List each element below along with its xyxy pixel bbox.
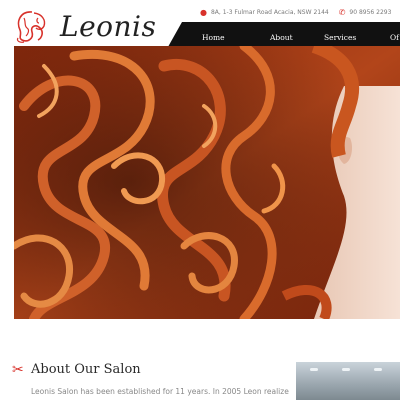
scissors-icon: ✂ <box>12 362 24 378</box>
hero-image <box>14 46 400 319</box>
ceiling-light <box>310 368 318 371</box>
about-text: Leonis Salon has been established for 11… <box>31 387 289 396</box>
contact-bar: ● 8A, 1-3 Fulmar Road Acacia, NSW 2144 ✆… <box>200 6 400 18</box>
address-text: 8A, 1-3 Fulmar Road Acacia, NSW 2144 <box>210 8 329 16</box>
map-pin-icon: ● <box>200 7 207 17</box>
ceiling-light <box>342 368 350 371</box>
logo-text: Leonis <box>60 9 157 43</box>
phone-text[interactable]: 90 8956 2293 <box>349 9 391 16</box>
hero-curly-red-hair-image <box>14 46 400 319</box>
site-header: Leonis ● 8A, 1-3 Fulmar Road Acacia, NSW… <box>0 0 400 54</box>
phone-icon: ✆ <box>338 7 346 17</box>
section-title: About Our Salon <box>31 362 141 377</box>
salon-interior-image <box>296 362 400 400</box>
ceiling-light <box>374 368 382 371</box>
logo[interactable]: Leonis <box>12 8 156 44</box>
woman-profile-logo-icon <box>16 11 46 43</box>
